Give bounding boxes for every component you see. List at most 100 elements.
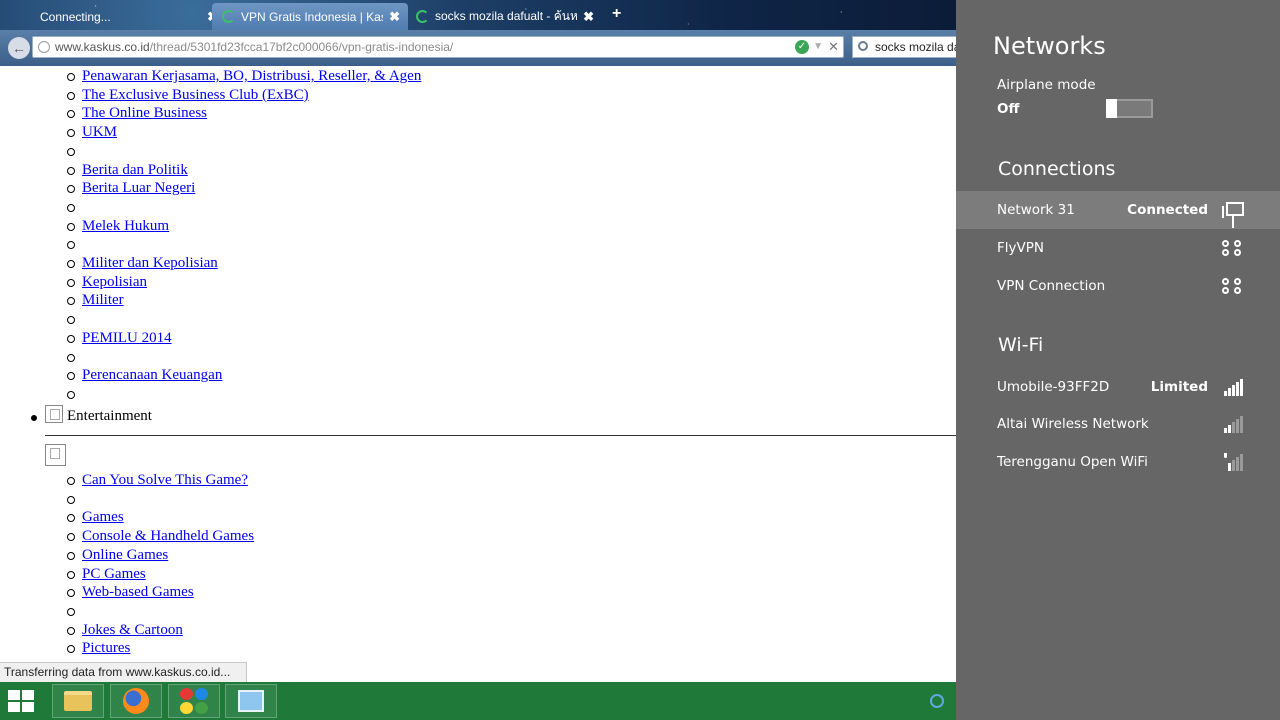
- networks-panel: Networks Airplane mode Off Connections N…: [956, 0, 1280, 720]
- check-icon: ✓: [795, 40, 809, 54]
- loading-spinner-icon: [416, 10, 429, 23]
- back-button[interactable]: ←: [8, 37, 30, 59]
- forum-link[interactable]: Kepolisian: [82, 274, 147, 290]
- list-bullet: [67, 203, 75, 212]
- close-icon[interactable]: ✖: [583, 9, 594, 25]
- wifi-umobile[interactable]: Umobile-93FF2D Limited: [956, 368, 1280, 406]
- search-input[interactable]: socks mozila dafualt: [852, 36, 956, 58]
- tab-title: VPN Gratis Indonesia | Kask...: [241, 9, 383, 24]
- forum-link[interactable]: Militer: [82, 292, 124, 308]
- list-item: The Online Business: [67, 104, 207, 123]
- file-explorer-icon[interactable]: [52, 684, 104, 718]
- list-item: Kepolisian: [67, 273, 147, 292]
- connection-name: Network 31: [997, 202, 1075, 218]
- forum-link[interactable]: Berita Luar Negeri: [82, 180, 195, 196]
- broken-image-icon: [45, 405, 63, 423]
- forum-link[interactable]: Militer dan Kepolisian: [82, 255, 218, 271]
- chevron-down-icon[interactable]: ▼: [813, 37, 823, 57]
- control-panel-icon[interactable]: [225, 684, 277, 718]
- list-bullet: [67, 110, 75, 119]
- url-path: /thread/5301fd23fcca17bf2c000066/vpn-gra…: [149, 40, 454, 54]
- tab-vpn-gratis[interactable]: VPN Gratis Indonesia | Kask... ✖: [212, 3, 408, 30]
- forum-link[interactable]: Web-based Games: [82, 584, 194, 600]
- forum-link[interactable]: The Online Business: [82, 105, 207, 121]
- forum-link[interactable]: Melek Hukum: [82, 218, 169, 234]
- list-bullet: [67, 260, 75, 268]
- stop-icon[interactable]: ✕: [828, 37, 839, 57]
- wifi-name: Altai Wireless Network: [997, 416, 1149, 432]
- list-bullet: [67, 334, 75, 343]
- page-content: Penawaran Kerjasama, BO, Distribusi, Res…: [0, 66, 956, 682]
- forum-link[interactable]: Perencanaan Keuangan: [82, 367, 222, 383]
- list-item: UKM: [67, 123, 117, 142]
- connection-network-31[interactable]: Network 31 Connected: [956, 191, 1280, 229]
- list-bullet: [67, 477, 75, 485]
- list-item: PEMILU 2014: [67, 329, 172, 348]
- list-item: Jokes & Cartoon: [67, 621, 183, 640]
- firefox-icon[interactable]: [110, 684, 162, 718]
- airplane-mode-value: Off: [997, 101, 1020, 117]
- forum-link[interactable]: Games: [82, 509, 124, 525]
- nav-bar: ← www.kaskus.co.id/thread/5301fd23fcca17…: [0, 30, 956, 66]
- tray-icon[interactable]: [930, 694, 944, 708]
- tab-connecting[interactable]: Connecting... ✖: [30, 3, 226, 30]
- list-item: Penawaran Kerjasama, BO, Distribusi, Res…: [67, 67, 421, 86]
- list-bullet: [67, 533, 75, 542]
- connection-vpn[interactable]: VPN Connection: [956, 267, 1280, 305]
- entertainment-heading: Entertainment: [67, 408, 152, 424]
- vpn-icon: [1220, 239, 1244, 257]
- list-bullet: [67, 570, 75, 579]
- list-item: Berita Luar Negeri: [67, 179, 195, 198]
- list-bullet: [67, 495, 75, 504]
- connection-name: FlyVPN: [997, 240, 1044, 256]
- list-bullet: [67, 607, 75, 616]
- loading-spinner-icon: [222, 10, 235, 23]
- list-bullet: [67, 353, 75, 362]
- list-bullet: [67, 278, 75, 287]
- airplane-mode-toggle[interactable]: [1106, 99, 1153, 118]
- wifi-altai[interactable]: Altai Wireless Network: [956, 405, 1280, 443]
- panel-title: Networks: [993, 32, 1106, 60]
- wifi-terengganu[interactable]: Terengganu Open WiFi: [956, 443, 1280, 481]
- forum-link[interactable]: PEMILU 2014: [82, 330, 172, 346]
- forum-link[interactable]: Pictures: [82, 640, 130, 656]
- forum-link[interactable]: Online Games: [82, 547, 168, 563]
- forum-link[interactable]: Jokes & Cartoon: [82, 622, 183, 638]
- close-icon[interactable]: ✖: [389, 9, 400, 25]
- connection-flyvpn[interactable]: FlyVPN: [956, 229, 1280, 267]
- tab-title: Connecting...: [40, 9, 111, 24]
- wifi-name: Umobile-93FF2D: [997, 379, 1110, 395]
- address-bar[interactable]: www.kaskus.co.id/thread/5301fd23fcca17bf…: [32, 36, 844, 58]
- list-item: Web-based Games: [67, 583, 194, 602]
- list-bullet: [67, 166, 75, 175]
- list-bullet: [67, 589, 75, 598]
- search-icon: [858, 41, 868, 51]
- forum-link[interactable]: The Exclusive Business Club (ExBC): [82, 87, 309, 103]
- forum-link[interactable]: Can You Solve This Game?: [82, 472, 248, 488]
- list-bullet: [67, 390, 75, 399]
- status-bar: Transferring data from www.kaskus.co.id.…: [0, 662, 247, 683]
- connections-heading: Connections: [998, 158, 1116, 180]
- forum-link[interactable]: PC Games: [82, 566, 146, 582]
- list-bullet: [67, 129, 75, 138]
- list-item: The Exclusive Business Club (ExBC): [67, 86, 309, 105]
- forum-link[interactable]: UKM: [82, 124, 117, 140]
- forum-link[interactable]: Console & Handheld Games: [82, 528, 254, 544]
- new-tab-button[interactable]: +: [612, 5, 621, 23]
- tab-socks-search[interactable]: socks mozila dafualt - ค้นห... ✖: [406, 3, 602, 30]
- forum-link[interactable]: Penawaran Kerjasama, BO, Distribusi, Res…: [82, 68, 421, 84]
- app-icon[interactable]: [168, 684, 220, 718]
- list-item: Perencanaan Keuangan: [67, 366, 222, 385]
- forum-link[interactable]: Berita dan Politik: [82, 162, 188, 178]
- connection-name: VPN Connection: [997, 278, 1106, 294]
- divider: [45, 435, 956, 436]
- ethernet-icon: [1220, 201, 1244, 219]
- search-value: socks mozila dafualt: [875, 40, 956, 54]
- start-icon[interactable]: [8, 690, 36, 714]
- list-bullet: [67, 147, 75, 156]
- list-bullet: [67, 645, 75, 654]
- tab-bar: Connecting... ✖ VPN Gratis Indonesia | K…: [0, 0, 956, 30]
- list-item: Militer dan Kepolisian: [67, 254, 218, 273]
- list-bullet: [67, 73, 75, 81]
- wifi-signal-icon: [1220, 415, 1244, 433]
